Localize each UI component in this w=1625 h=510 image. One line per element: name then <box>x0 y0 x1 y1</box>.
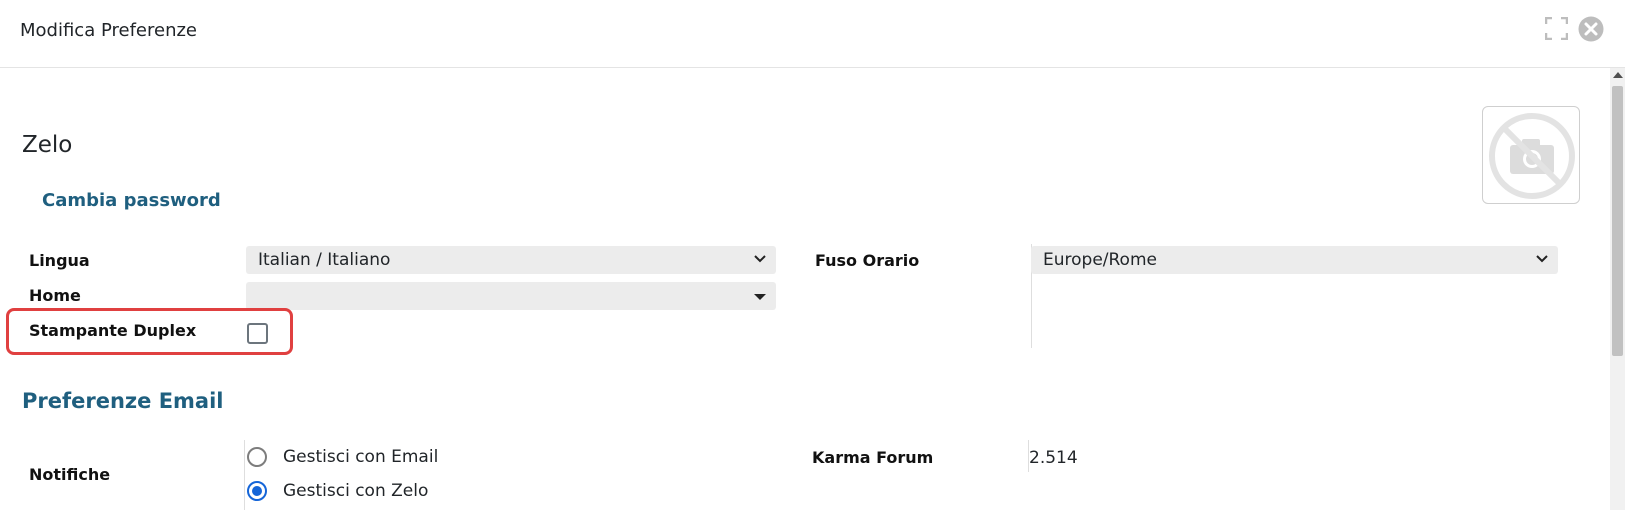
highlight-box <box>6 308 293 355</box>
avatar[interactable] <box>1482 106 1580 204</box>
karma-label: Karma Forum <box>812 448 934 467</box>
language-value: Italian / Italiano <box>258 250 391 270</box>
modal-title: Modifica Preferenze <box>20 20 197 41</box>
close-icon[interactable] <box>1578 16 1604 42</box>
language-label: Lingua <box>29 251 90 270</box>
scroll-up-arrow-icon[interactable] <box>1613 72 1623 78</box>
chevron-down-icon <box>754 255 766 263</box>
change-password-button[interactable]: Cambia password <box>42 190 221 211</box>
timezone-select[interactable]: Europe/Rome <box>1031 246 1558 274</box>
language-select[interactable]: Italian / Italiano <box>246 246 776 274</box>
scrollbar-thumb[interactable] <box>1612 86 1623 356</box>
radio-zelo-label[interactable]: Gestisci con Zelo <box>283 481 428 501</box>
radio-zelo[interactable] <box>247 481 267 501</box>
radio-email[interactable] <box>247 447 267 467</box>
email-preferences-title: Preferenze Email <box>22 389 224 413</box>
caret-down-icon <box>754 294 766 300</box>
user-name: Zelo <box>22 132 73 158</box>
expand-icon[interactable] <box>1545 17 1568 40</box>
divider <box>244 440 245 510</box>
no-photo-icon <box>1489 113 1575 199</box>
home-select[interactable] <box>246 282 776 310</box>
radio-email-label[interactable]: Gestisci con Email <box>283 447 438 467</box>
chevron-down-icon <box>1536 255 1548 263</box>
timezone-value: Europe/Rome <box>1043 250 1157 270</box>
timezone-label: Fuso Orario <box>815 251 920 270</box>
karma-value: 2.514 <box>1029 448 1078 468</box>
modal-header: Modifica Preferenze <box>0 0 1625 68</box>
home-label: Home <box>29 286 81 305</box>
notifications-label: Notifiche <box>29 465 111 484</box>
